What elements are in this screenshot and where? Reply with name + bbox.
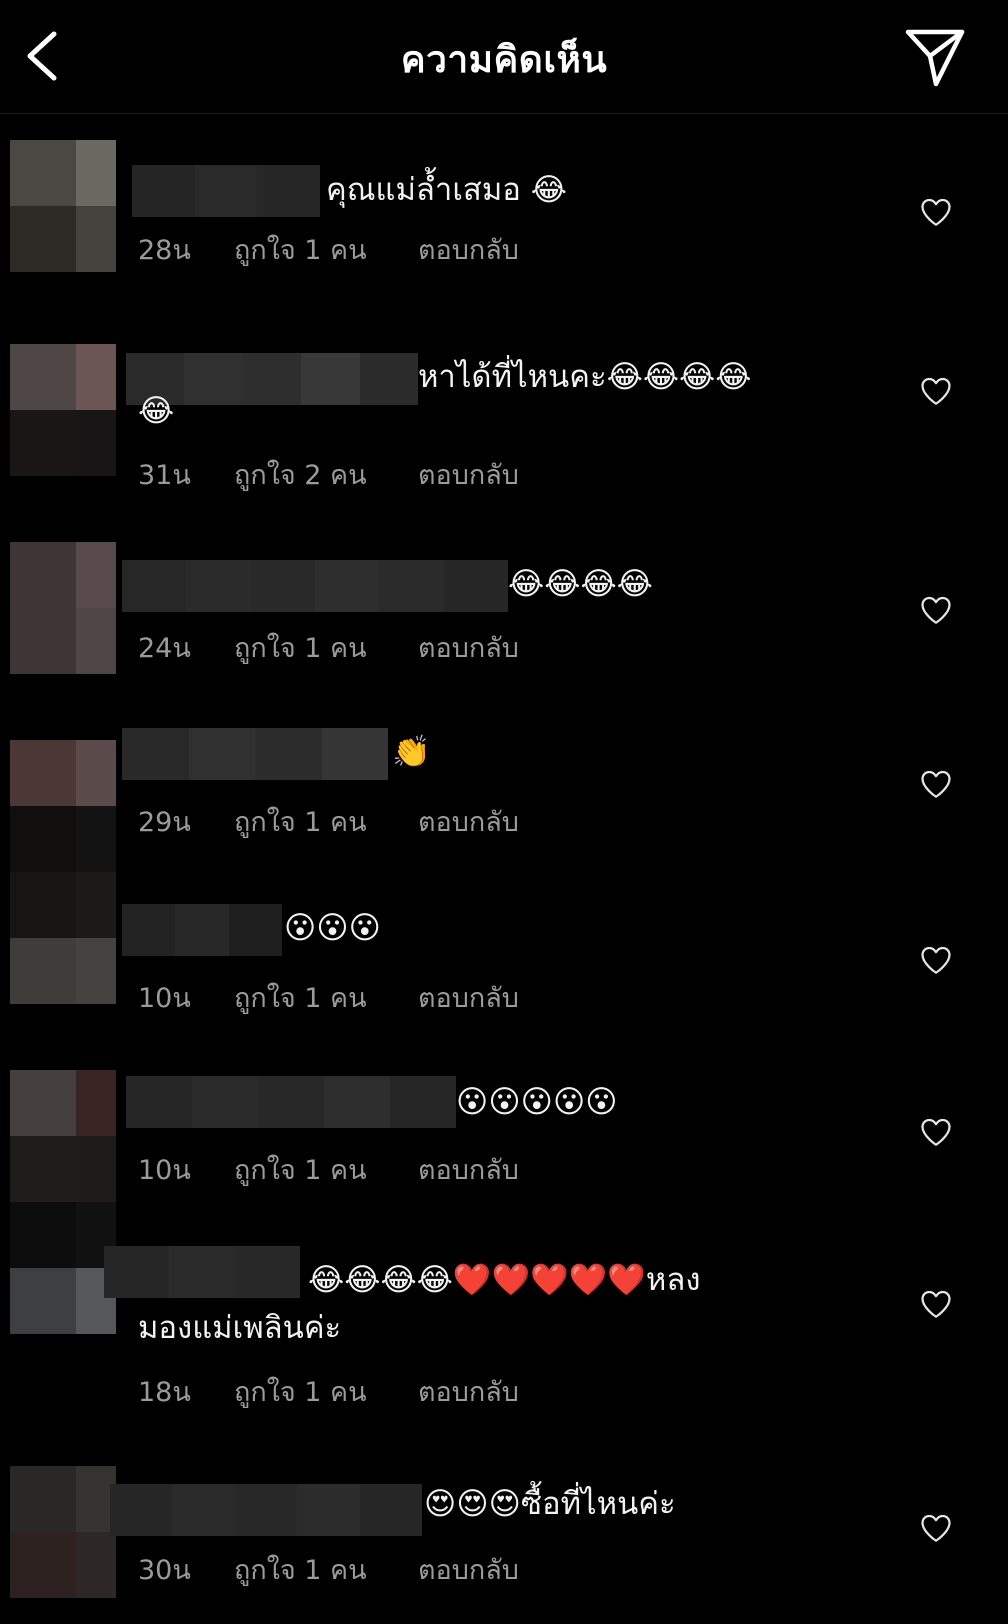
- comment-item: 😍😍😍ซื้อที่ไหนค่ะ 30น ถูกใจ 1 คน ตอบกลับ: [0, 1466, 1008, 1606]
- like-button[interactable]: [918, 1286, 954, 1322]
- username-redacted[interactable]: [110, 1484, 422, 1536]
- like-count-link[interactable]: ถูกใจ 1 คน: [234, 800, 418, 843]
- like-button[interactable]: [918, 373, 954, 409]
- reply-button[interactable]: ตอบกลับ: [418, 1548, 519, 1591]
- comment-meta: 28น ถูกใจ 1 คน ตอบกลับ: [138, 228, 519, 271]
- reply-button[interactable]: ตอบกลับ: [418, 626, 519, 669]
- comment-text: 😍😍😍ซื้อที่ไหนค่ะ: [424, 1486, 676, 1522]
- comment-meta: 10น ถูกใจ 1 คน ตอบกลับ: [138, 1148, 519, 1191]
- heart-outline-icon: [921, 1514, 951, 1542]
- like-count-link[interactable]: ถูกใจ 1 คน: [234, 1370, 418, 1413]
- comment-time: 28น: [138, 235, 191, 266]
- comment-text: 😮😮😮: [284, 910, 381, 946]
- comment-item: หาได้ที่ไหนคะ😂😂😂😂 😂 31น ถูกใจ 2 คน ตอบกล…: [0, 343, 1008, 503]
- reply-button[interactable]: ตอบกลับ: [418, 1148, 519, 1191]
- comment-meta: 10น ถูกใจ 1 คน ตอบกลับ: [138, 976, 519, 1019]
- comment-time: 10น: [138, 1155, 191, 1186]
- comment-item: 😂😂😂😂 24น ถูกใจ 1 คน ตอบกลับ: [0, 540, 1008, 680]
- comment-text: 😂😂😂😂❤️❤️❤️❤️❤️หลง: [308, 1262, 701, 1298]
- heart-outline-icon: [921, 1290, 951, 1318]
- comment-time: 31น: [138, 460, 191, 491]
- reply-button[interactable]: ตอบกลับ: [418, 976, 519, 1019]
- avatar[interactable]: [10, 1070, 116, 1202]
- username-redacted[interactable]: [122, 904, 282, 956]
- username-redacted[interactable]: [122, 728, 388, 780]
- like-count-link[interactable]: ถูกใจ 1 คน: [234, 976, 418, 1019]
- comment-text: 😂😂😂😂: [508, 566, 653, 602]
- like-count-link[interactable]: ถูกใจ 2 คน: [234, 453, 418, 496]
- like-button[interactable]: [918, 592, 954, 628]
- comments-screen: ความคิดเห็น คุณแม่ล้ำเสมอ 😂 28น ถูกใจ 1 …: [0, 0, 1008, 1624]
- avatar[interactable]: [10, 1202, 116, 1334]
- like-button[interactable]: [918, 1114, 954, 1150]
- reply-button[interactable]: ตอบกลับ: [418, 453, 519, 496]
- heart-outline-icon: [921, 946, 951, 974]
- avatar[interactable]: [10, 872, 116, 1004]
- comment-text: 😮😮😮😮😮: [456, 1084, 618, 1120]
- username-redacted[interactable]: [104, 1246, 300, 1298]
- comment-meta: 24น ถูกใจ 1 คน ตอบกลับ: [138, 626, 519, 669]
- page-title: ความคิดเห็น: [400, 38, 608, 81]
- avatar[interactable]: [10, 344, 116, 476]
- comment-item: 😮😮😮😮😮 10น ถูกใจ 1 คน ตอบกลับ: [0, 1070, 1008, 1210]
- comment-item: 👏 29น ถูกใจ 1 คน ตอบกลับ: [0, 720, 1008, 872]
- comment-text-continued: มองแม่เพลินค่ะ: [138, 1310, 342, 1346]
- like-count-link[interactable]: ถูกใจ 1 คน: [234, 228, 418, 271]
- reply-button[interactable]: ตอบกลับ: [418, 800, 519, 843]
- comment-meta: 18น ถูกใจ 1 คน ตอบกลับ: [138, 1370, 519, 1413]
- comment-time: 24น: [138, 633, 191, 664]
- comment-item: 😮😮😮 10น ถูกใจ 1 คน ตอบกลับ: [0, 872, 1008, 1014]
- like-button[interactable]: [918, 942, 954, 978]
- comment-meta: 31น ถูกใจ 2 คน ตอบกลับ: [138, 453, 519, 496]
- reply-button[interactable]: ตอบกลับ: [418, 228, 519, 271]
- username-redacted[interactable]: [132, 165, 320, 217]
- avatar[interactable]: [10, 1466, 116, 1598]
- avatar[interactable]: [10, 542, 116, 674]
- heart-outline-icon: [921, 1118, 951, 1146]
- comment-time: 30น: [138, 1555, 191, 1586]
- comment-item: คุณแม่ล้ำเสมอ 😂 28น ถูกใจ 1 คน ตอบกลับ: [0, 140, 1008, 290]
- comment-text: คุณแม่ล้ำเสมอ 😂: [326, 172, 567, 208]
- like-count-link[interactable]: ถูกใจ 1 คน: [234, 1148, 418, 1191]
- comment-text: 👏: [392, 734, 431, 770]
- comment-time: 18น: [138, 1377, 191, 1408]
- comment-meta: 29น ถูกใจ 1 คน ตอบกลับ: [138, 800, 519, 843]
- comment-text: หาได้ที่ไหนคะ😂😂😂😂: [418, 359, 752, 395]
- username-redacted[interactable]: [126, 1076, 456, 1128]
- paper-plane-icon: [905, 29, 965, 87]
- avatar[interactable]: [10, 740, 116, 872]
- like-button[interactable]: [918, 194, 954, 230]
- username-redacted[interactable]: [122, 560, 508, 612]
- comment-item: 😂😂😂😂❤️❤️❤️❤️❤️หลง มองแม่เพลินค่ะ 18น ถูก…: [0, 1202, 1008, 1408]
- comment-meta: 30น ถูกใจ 1 คน ตอบกลับ: [138, 1548, 519, 1591]
- heart-outline-icon: [921, 596, 951, 624]
- comment-time: 29น: [138, 807, 191, 838]
- avatar[interactable]: [10, 140, 116, 272]
- reply-button[interactable]: ตอบกลับ: [418, 1370, 519, 1413]
- like-count-link[interactable]: ถูกใจ 1 คน: [234, 626, 418, 669]
- like-button[interactable]: [918, 766, 954, 802]
- heart-outline-icon: [921, 770, 951, 798]
- share-button[interactable]: [902, 22, 972, 92]
- comment-text-continued: 😂: [138, 393, 175, 429]
- heart-outline-icon: [921, 377, 951, 405]
- like-count-link[interactable]: ถูกใจ 1 คน: [234, 1548, 418, 1591]
- comment-time: 10น: [138, 983, 191, 1014]
- header-bar: ความคิดเห็น: [0, 0, 1008, 114]
- like-button[interactable]: [918, 1510, 954, 1546]
- heart-outline-icon: [921, 198, 951, 226]
